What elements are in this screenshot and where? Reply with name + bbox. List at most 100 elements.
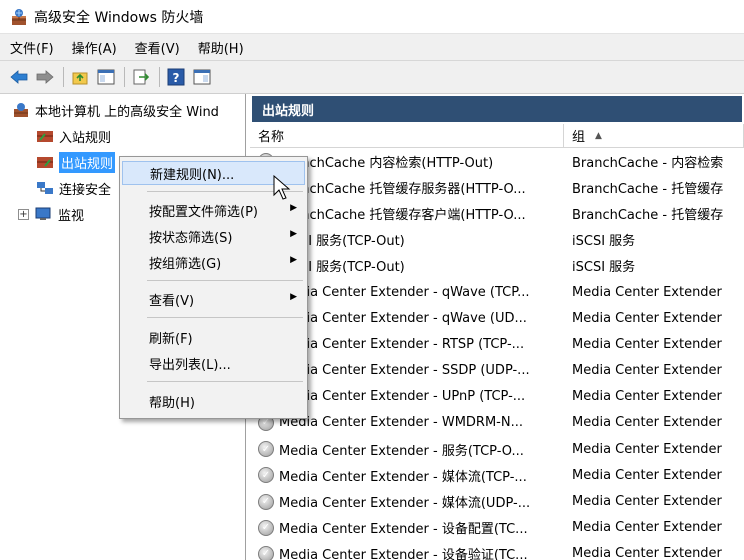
menu-refresh[interactable]: 刷新(F) xyxy=(122,325,305,349)
menu-new-rule-label: 新建规则(N)... xyxy=(150,167,235,183)
menu-filter-profile-label: 按配置文件筛选(P) xyxy=(149,204,258,220)
monitor-icon xyxy=(35,207,51,220)
column-group-label: 组 xyxy=(572,130,586,145)
rule-name-text: Media Center Extender - WMDRM-N... xyxy=(279,415,523,431)
table-row[interactable]: ✓BranchCache 托管缓存服务器(HTTP-O...BranchCach… xyxy=(250,174,744,200)
table-row[interactable]: ✓ Media Center Extender - 设备配置(TC... Media… xyxy=(250,515,744,541)
rule-group-cell: iSCSI 服务 xyxy=(572,234,636,250)
rules-list: ✓ BranchCache 内容检索(HTTP-Out) BranchCache -… xyxy=(250,148,744,560)
table-row[interactable]: ✓Media Center Extender - qWave (TCP...Me… xyxy=(250,279,744,305)
rule-group-cell: BranchCache - 托管缓存 xyxy=(572,181,724,197)
tree-item-connection-security[interactable]: 连接安全 xyxy=(36,177,111,199)
rule-name-text: Media Center Extender - UPnP (TCP-... xyxy=(279,389,526,405)
table-row[interactable]: ✓ Media Center Extender - 媒体流(TCP-... Medi… xyxy=(250,462,744,488)
window-title: 高级安全 Windows 防火墙 xyxy=(34,9,204,26)
sort-ascending-icon: ▲ xyxy=(595,130,602,141)
menu-view[interactable]: 查看(V) xyxy=(135,38,180,57)
tree-item-inbound-rules[interactable]: 入站规则 xyxy=(36,125,111,147)
tree-item-root[interactable]: 本地计算机 上的高级安全 Wind xyxy=(12,99,219,121)
back-arrow-icon xyxy=(10,70,28,84)
rule-name-cell: ✓ Media Center Extender - 媒体流(TCP-... xyxy=(250,466,564,485)
expand-toggle[interactable]: + xyxy=(18,208,29,220)
folder-up-icon xyxy=(72,72,88,85)
table-row[interactable]: ✓Media Center Extender - RTSP (TCP-...Me… xyxy=(250,331,744,357)
forward-arrow-icon xyxy=(36,70,54,84)
rule-allowed-check-icon: ✓ xyxy=(258,467,274,484)
action-pane-icon xyxy=(193,69,211,85)
svg-text:?: ? xyxy=(173,71,180,85)
menu-file[interactable]: 文件(F) xyxy=(10,38,54,57)
rule-name-text: BranchCache 托管缓存服务器(HTTP-O... xyxy=(279,181,526,197)
back-button[interactable] xyxy=(8,66,30,88)
rule-allowed-check-icon: ✓ xyxy=(258,493,274,510)
menu-filter-by-profile[interactable]: 按配置文件筛选(P) ▶ xyxy=(122,198,305,222)
table-row[interactable]: ✓Media Center Extender - UPnP (TCP-...Me… xyxy=(250,384,744,410)
rule-name-text: Media Center Extender - 媒体流(UDP-... xyxy=(279,496,531,512)
table-row[interactable]: ✓ Media Center Extender - 服务(TCP-O... Medi… xyxy=(250,436,744,462)
mouse-cursor-icon xyxy=(273,175,291,200)
column-header-group[interactable]: 组 ▲ xyxy=(564,124,744,147)
column-header-name[interactable]: 名称 xyxy=(250,124,564,147)
rule-name-cell: ✓ Media Center Extender - 设备验证(TC... xyxy=(250,544,564,560)
table-row[interactable]: ✓iSCSI 服务(TCP-Out)iSCSI 服务 xyxy=(250,253,744,279)
rule-name-cell: ✓ Media Center Extender - 设备配置(TC... xyxy=(250,518,564,537)
tree-outbound-label: 出站规则 xyxy=(59,151,116,173)
menu-export-list[interactable]: 导出列表(L)... xyxy=(122,351,305,375)
export-list-button[interactable] xyxy=(130,66,152,88)
rule-name-cell: ✓ Media Center Extender - 媒体流(UDP-... xyxy=(250,492,564,511)
rule-group-cell: iSCSI 服务 xyxy=(572,260,636,276)
tree-item-monitor[interactable]: + 监视 xyxy=(18,203,84,225)
menu-export-label: 导出列表(L)... xyxy=(149,357,231,373)
show-hide-tree-button[interactable] xyxy=(95,66,117,88)
toolbar: ? xyxy=(0,60,744,94)
tree-connection-label: 连接安全 xyxy=(59,182,112,198)
table-row[interactable]: ✓BranchCache 内容检索(HTTP-Out)BranchCache -… xyxy=(250,148,744,174)
menu-separator xyxy=(147,381,303,382)
menu-view-label: 查看(V) xyxy=(149,293,195,309)
menu-action[interactable]: 操作(A) xyxy=(72,38,117,57)
rule-allowed-check-icon: ✓ xyxy=(258,545,274,560)
rule-name-text: Media Center Extender - 设备验证(TC... xyxy=(279,548,528,560)
rule-group-cell: Media Center Extender xyxy=(572,467,722,483)
firewall-app-icon xyxy=(12,8,26,25)
submenu-arrow-icon: ▶ xyxy=(290,255,297,265)
firewall-icon xyxy=(14,103,28,117)
table-row[interactable]: ✓BranchCache 托管缓存客户端(HTTP-O...BranchCach… xyxy=(250,200,744,226)
tree-item-outbound-rules[interactable]: 出站规则 xyxy=(36,151,116,173)
rule-group-cell: Media Center Extender xyxy=(572,546,722,560)
forward-button[interactable] xyxy=(34,66,56,88)
submenu-arrow-icon: ▶ xyxy=(290,229,297,239)
table-row[interactable]: ✓iSCSI 服务(TCP-Out)iSCSI 服务 xyxy=(250,227,744,253)
rule-group-cell: Media Center Extender xyxy=(572,415,722,431)
rule-group-cell: BranchCache - 内容检索 xyxy=(572,155,724,171)
submenu-arrow-icon: ▶ xyxy=(290,203,297,213)
rule-group-cell: Media Center Extender xyxy=(572,363,722,379)
column-headers: 名称 组 ▲ xyxy=(250,124,744,148)
outbound-rules-icon xyxy=(37,157,53,168)
table-row[interactable]: ✓ Media Center Extender - 媒体流(UDP-... Medi… xyxy=(250,488,744,514)
menu-filter-by-group[interactable]: 按组筛选(G) ▶ xyxy=(122,250,305,274)
menu-help[interactable]: 帮助(H) xyxy=(198,38,244,57)
title-bar: 高级安全 Windows 防火墙 xyxy=(0,0,744,34)
tree-monitor-label: 监视 xyxy=(58,208,85,224)
rule-name-text: Media Center Extender - SSDP (UDP-... xyxy=(279,363,530,379)
rule-group-cell: Media Center Extender xyxy=(572,494,722,510)
rules-pane: 出站规则 名称 组 ▲ ✓ BranchCache 内容检索(HTTP-Out) B… xyxy=(250,94,744,560)
rule-allowed-check-icon: ✓ xyxy=(258,441,274,458)
show-action-pane-button[interactable] xyxy=(191,66,213,88)
console-tree-icon xyxy=(97,69,115,85)
up-folder-button[interactable] xyxy=(69,66,91,88)
menu-help-item[interactable]: 帮助(H) xyxy=(122,389,305,413)
help-button[interactable]: ? xyxy=(165,66,187,88)
table-row[interactable]: ✓ Media Center Extender - 设备验证(TC... Media… xyxy=(250,541,744,560)
rule-name-text: Media Center Extender - qWave (UD... xyxy=(279,310,527,326)
table-row[interactable]: ✓Media Center Extender - SSDP (UDP-...Me… xyxy=(250,358,744,384)
rule-allowed-check-icon: ✓ xyxy=(258,519,274,536)
toolbar-separator xyxy=(124,67,125,87)
rule-group-cell: BranchCache - 托管缓存 xyxy=(572,207,724,223)
menu-filter-by-state[interactable]: 按状态筛选(S) ▶ xyxy=(122,224,305,248)
table-row[interactable]: ✓Media Center Extender - qWave (UD...Med… xyxy=(250,305,744,331)
menu-view[interactable]: 查看(V) ▶ xyxy=(122,287,305,311)
tree-inbound-label: 入站规则 xyxy=(59,130,112,146)
table-row[interactable]: ✓ Media Center Extender - WMDRM-N... Media… xyxy=(250,410,744,436)
